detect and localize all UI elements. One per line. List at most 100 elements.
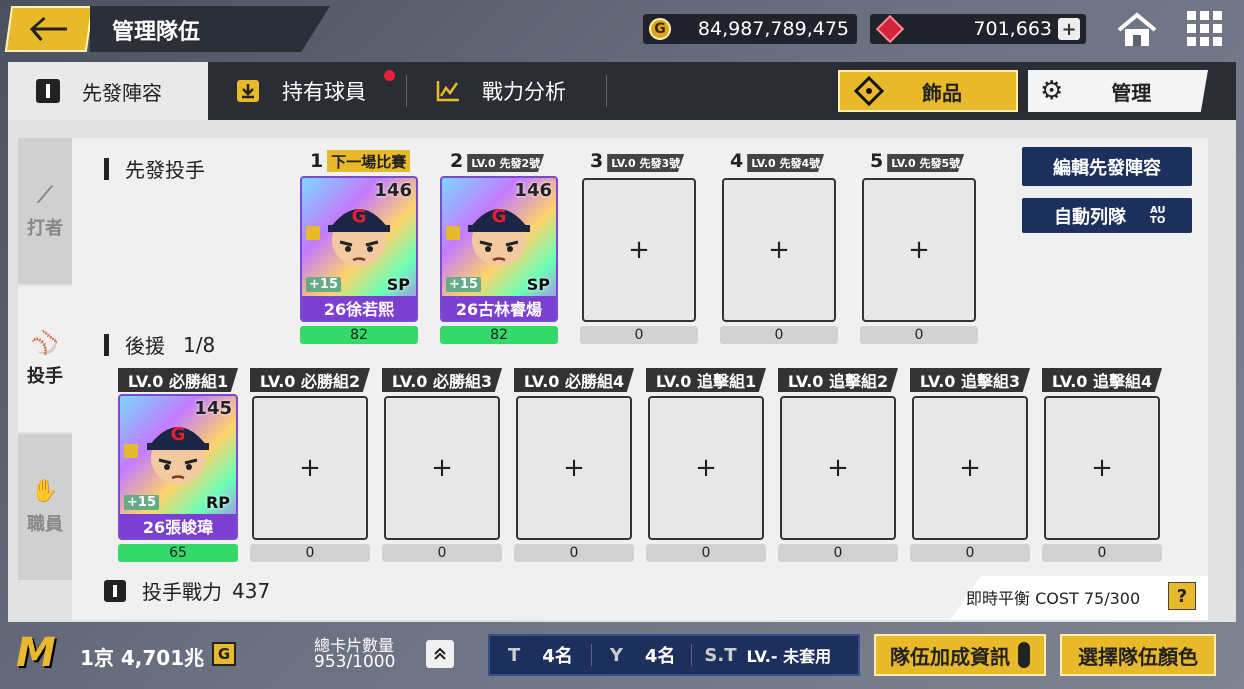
player-card[interactable]: G 146 +15 SP 26古林睿煬: [440, 176, 558, 322]
baseball-icon: ⚾: [31, 330, 59, 356]
side-staff-label: 職員: [27, 513, 63, 535]
diamond-icon: [854, 76, 884, 106]
slot-value-bar: 0: [382, 544, 502, 562]
card-position: SP: [386, 275, 410, 294]
slot-tag: LV.0 先發3號: [607, 154, 685, 172]
back-button[interactable]: [4, 6, 94, 52]
player-card[interactable]: G 145 +15 RP 26張峻瑋: [118, 394, 238, 540]
download-box-icon: [237, 80, 259, 102]
starter-slot-header: 1 下一場比賽: [310, 150, 411, 172]
home-icon[interactable]: [1114, 12, 1160, 48]
relief-section-title: 後援 1/8: [104, 330, 215, 359]
slot-tag: 下一場比賽: [327, 150, 411, 172]
empty-slot-add-button[interactable]: +: [516, 396, 632, 540]
menu-grid-icon[interactable]: [1186, 10, 1224, 48]
empty-slot-add-button[interactable]: +: [648, 396, 764, 540]
card-player-name: 26古林睿煬: [442, 296, 556, 320]
svg-text:G: G: [352, 206, 367, 227]
gem-icon: [875, 14, 905, 44]
tab-starting-lineup[interactable]: 先發陣容: [8, 62, 208, 120]
slot-value-bar: 0: [910, 544, 1030, 562]
gold-coin-icon: G: [649, 18, 671, 40]
team-bonus-button[interactable]: 隊伍加成資訊: [874, 634, 1046, 676]
t-label: T: [508, 644, 521, 666]
empty-slot-add-button[interactable]: +: [862, 178, 976, 322]
side-tab-pitcher[interactable]: ⚾ 投手: [18, 286, 72, 432]
empty-slot-add-button[interactable]: +: [582, 178, 696, 322]
card-player-name: 26徐若熙: [302, 296, 416, 320]
player-portrait-icon: G: [147, 424, 209, 484]
slot-tag: LV.0 先發2號: [467, 154, 545, 172]
handshake-icon: ✋: [31, 478, 59, 504]
bat-icon: ⟋: [37, 182, 53, 208]
empty-slot-add-button[interactable]: +: [252, 396, 368, 540]
help-button[interactable]: ?: [1168, 582, 1196, 610]
player-card[interactable]: G 146 +15 SP 26徐若熙: [300, 176, 418, 322]
slot-tag: LV.0 先發4號: [747, 154, 825, 172]
card-position: SP: [526, 275, 550, 294]
empty-slot-add-button[interactable]: +: [384, 396, 500, 540]
slot-value-bar: 65: [118, 544, 238, 562]
relief-title-text: 後援: [125, 334, 165, 358]
relief-slot-header: LV.0 追擊組1: [646, 368, 766, 392]
auto-lineup-button[interactable]: 自動列隊 AU TO: [1022, 198, 1192, 233]
auto-badge-icon: AU TO: [1150, 204, 1166, 226]
starter-slot-header: 4 LV.0 先發4號: [730, 150, 825, 172]
slot-tag: LV.0 先發5號: [887, 154, 965, 172]
team-color-button[interactable]: 選擇隊伍顏色: [1060, 634, 1216, 676]
svg-text:G: G: [492, 206, 507, 227]
card-rating: 145: [194, 398, 232, 419]
relief-slot-header: LV.0 追擊組4: [1042, 368, 1162, 392]
notification-dot: [384, 70, 395, 81]
slot-value-bar: 0: [580, 326, 698, 344]
slot-number: 2: [450, 150, 464, 172]
auto-lineup-label: 自動列隊: [1054, 206, 1126, 228]
page-title: 管理隊伍: [112, 20, 201, 45]
starter-slot-header: 2 LV.0 先發2號: [450, 150, 545, 172]
empty-slot-add-button[interactable]: +: [1044, 396, 1160, 540]
accessory-label: 飾品: [922, 80, 962, 105]
accessory-button[interactable]: 飾品: [838, 70, 1018, 112]
t-value: 4名: [542, 646, 573, 667]
card-position: RP: [205, 493, 230, 512]
toggle-icon: [1018, 642, 1030, 668]
add-gems-button[interactable]: +: [1058, 18, 1080, 40]
relief-slot-header: LV.0 必勝組3: [382, 368, 502, 392]
empty-slot-add-button[interactable]: +: [912, 396, 1028, 540]
svg-text:G: G: [171, 424, 186, 445]
y-value: 4名: [644, 646, 676, 667]
relief-slot-header: LV.0 必勝組4: [514, 368, 634, 392]
side-tab-staff[interactable]: ✋ 職員: [18, 434, 72, 580]
slot-value-bar: 0: [514, 544, 634, 562]
lock-icon: [306, 226, 320, 240]
arrow-left-icon: [29, 16, 68, 42]
empty-slot-add-button[interactable]: +: [722, 178, 836, 322]
card-bonus: +15: [124, 495, 159, 510]
player-portrait-icon: G: [328, 206, 390, 266]
slot-value-bar: 0: [250, 544, 370, 562]
edit-lineup-button[interactable]: 編輯先發陣容: [1022, 147, 1192, 186]
side-tab-batter[interactable]: ⟋ 打者: [18, 138, 72, 284]
team-money: 1京 4,701兆: [80, 646, 205, 670]
card-rating: 146: [514, 180, 552, 201]
relief-slot-header: LV.0 追擊組2: [778, 368, 898, 392]
starter-slot-header: 5 LV.0 先發5號: [870, 150, 965, 172]
expand-cards-button[interactable]: [426, 640, 454, 668]
tab-owned-label: 持有球員: [282, 80, 366, 104]
slot-value-bar: 82: [440, 326, 558, 344]
empty-slot-add-button[interactable]: +: [780, 396, 896, 540]
tab-power-analysis[interactable]: 戰力分析: [436, 76, 566, 106]
slot-number: 5: [870, 150, 884, 172]
manage-label: 管理: [1111, 80, 1152, 105]
team-bonus-label: 隊伍加成資訊: [890, 644, 1010, 669]
starters-section-title: 先發投手: [104, 154, 205, 183]
slot-value-bar: 0: [646, 544, 766, 562]
tab-owned-players[interactable]: 持有球員: [236, 76, 366, 106]
lineup-icon: [36, 79, 60, 103]
st-value: LV.- 未套用: [746, 647, 832, 666]
card-rating: 146: [374, 180, 412, 201]
card-bonus: +15: [446, 277, 481, 292]
player-portrait-icon: G: [468, 206, 530, 266]
manage-button[interactable]: ⚙ 管理: [1028, 70, 1208, 112]
slot-value-bar: 0: [778, 544, 898, 562]
